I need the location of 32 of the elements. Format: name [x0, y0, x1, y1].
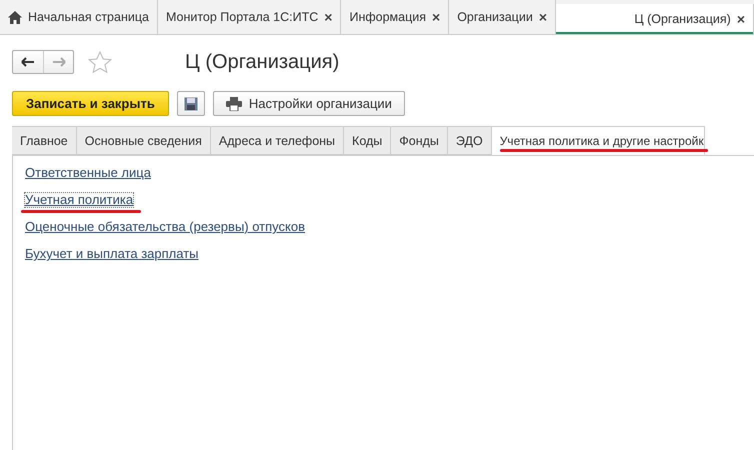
form-tab[interactable]: Коды	[344, 126, 392, 155]
tab-label: Ц (Организация)	[634, 12, 731, 26]
window-tab[interactable]: Монитор Портала 1С:ИТС ×	[158, 0, 342, 34]
close-icon[interactable]: ×	[432, 9, 440, 25]
form-tab[interactable]: Адреса и телефоны	[210, 126, 344, 155]
star-icon[interactable]	[88, 50, 112, 74]
form-tab[interactable]: ЭДО	[448, 126, 492, 155]
section-link[interactable]: Оценочные обязательства (резервы) отпусков	[24, 219, 306, 235]
form-tab[interactable]: Главное	[12, 126, 77, 155]
section-link[interactable]: Бухучет и выплата зарплаты	[24, 246, 200, 262]
form-title: Ц (Организация)	[185, 50, 340, 74]
left-arrow-icon	[21, 57, 35, 67]
window-tab[interactable]: Информация ×	[341, 0, 450, 34]
save-button[interactable]	[176, 91, 205, 116]
tab-label: Информация	[349, 10, 426, 24]
save-and-close-button[interactable]: Записать и закрыть	[12, 91, 169, 116]
form-tab[interactable]: Учетная политика и другие настройк	[492, 126, 705, 155]
window-tab[interactable]: Ц (Организация) ×	[556, 4, 754, 34]
printer-icon	[226, 96, 242, 110]
home-tab[interactable]: Начальная страница	[0, 0, 158, 34]
right-arrow-icon	[52, 57, 66, 67]
close-icon[interactable]: ×	[538, 9, 547, 25]
form-tab[interactable]: Основные сведения	[76, 126, 211, 155]
close-icon[interactable]: ×	[324, 9, 332, 25]
section-link[interactable]: Ответственные лица	[24, 165, 152, 181]
tab-label: Начальная страница	[28, 10, 149, 24]
form-tab[interactable]: Фонды	[391, 126, 448, 155]
tab-label: Монитор Портала 1С:ИТС	[166, 10, 318, 24]
close-icon[interactable]: ×	[736, 11, 745, 27]
settings-button[interactable]: Настройки организации	[212, 91, 405, 116]
tab-label: Организации	[457, 10, 533, 24]
home-icon	[8, 10, 22, 24]
